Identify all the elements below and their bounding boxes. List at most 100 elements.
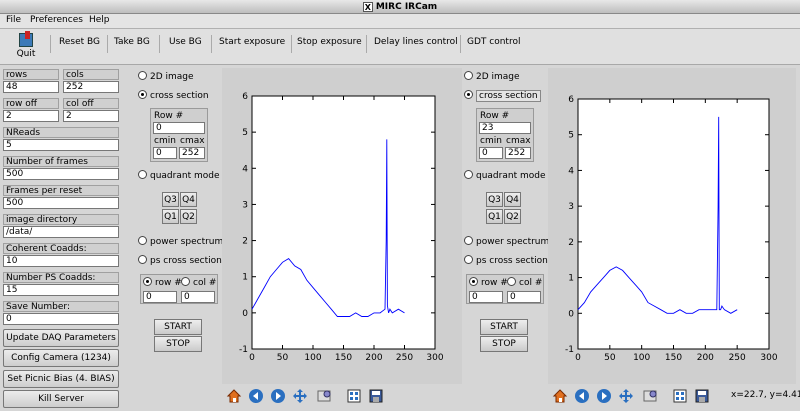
back-icon[interactable] xyxy=(574,388,590,404)
radio-col[interactable]: col # xyxy=(181,277,216,289)
radio-power-spectrum[interactable]: power spectrum xyxy=(138,236,223,248)
radio-row[interactable]: row # xyxy=(469,277,508,289)
nreads-input[interactable]: 5 xyxy=(3,139,119,151)
radio-cross-section[interactable]: cross section xyxy=(138,90,209,102)
home-icon[interactable] xyxy=(226,388,242,404)
gdt-control-button[interactable]: GDT control xyxy=(467,37,520,47)
cmin-input[interactable]: 0 xyxy=(153,147,177,159)
cmin-input[interactable]: 0 xyxy=(479,147,503,159)
home-icon[interactable] xyxy=(552,388,568,404)
q2-button[interactable]: Q2 xyxy=(180,209,197,224)
ps-coadds-input[interactable]: 15 xyxy=(3,284,119,296)
update-daq-button[interactable]: Update DAQ Parameters xyxy=(3,329,119,347)
reset-bg-button[interactable]: Reset BG xyxy=(59,37,100,47)
radio-indicator xyxy=(138,71,147,80)
row-col-selector: row # col # 0 0 xyxy=(140,274,218,304)
set-picnic-bias-button[interactable]: Set Picnic Bias (4. BIAS) xyxy=(3,370,119,388)
q2-button[interactable]: Q2 xyxy=(504,209,521,224)
radio-power-spectrum[interactable]: power spectrum xyxy=(464,236,549,248)
radio-indicator xyxy=(507,277,516,286)
rows-input[interactable]: 48 xyxy=(3,81,59,93)
stop-exposure-button[interactable]: Stop exposure xyxy=(297,37,362,47)
toolbar-separator xyxy=(50,35,51,53)
radio-label: power spectrum xyxy=(150,237,224,247)
row-select-input[interactable]: 0 xyxy=(143,291,177,303)
x-tick-label: 200 xyxy=(365,353,382,363)
radio-ps-cross-section[interactable]: ps cross section xyxy=(138,255,222,267)
radio-cross-section[interactable]: cross section xyxy=(464,90,541,102)
stop-button[interactable]: STOP xyxy=(154,336,202,352)
cmax-input[interactable]: 252 xyxy=(505,147,531,159)
kill-server-button[interactable]: Kill Server xyxy=(3,390,119,408)
radio-2d-image[interactable]: 2D image xyxy=(138,71,194,83)
use-bg-button[interactable]: Use BG xyxy=(169,37,202,47)
q4-button[interactable]: Q4 xyxy=(180,192,197,207)
cross-section-plot-1[interactable]: 0 50 100 150 200 250 300-10123456 xyxy=(222,68,462,384)
row-number-input[interactable]: 0 xyxy=(153,122,205,134)
radio-col[interactable]: col # xyxy=(507,277,542,289)
cursor-coordinates: x=22.7, y=4.41 xyxy=(731,390,800,400)
cmax-input[interactable]: 252 xyxy=(179,147,205,159)
menu-preferences[interactable]: Preferences xyxy=(30,15,83,25)
toolbar-separator xyxy=(211,35,212,53)
back-icon[interactable] xyxy=(248,388,264,404)
subplots-icon[interactable] xyxy=(672,388,688,404)
menu-help[interactable]: Help xyxy=(89,15,110,25)
q3-button[interactable]: Q3 xyxy=(162,192,179,207)
radio-2d-image[interactable]: 2D image xyxy=(464,71,520,83)
stop-button[interactable]: STOP xyxy=(480,336,528,352)
forward-icon[interactable] xyxy=(270,388,286,404)
frames-per-reset-input[interactable]: 500 xyxy=(3,197,119,209)
col-select-input[interactable]: 0 xyxy=(507,291,541,303)
y-tick-label: 4 xyxy=(242,164,248,174)
radio-label: cross section xyxy=(150,91,209,101)
radio-quadrant-mode[interactable]: quadrant mode xyxy=(138,170,219,182)
plot-nav-toolbar-2 xyxy=(548,386,728,408)
forward-icon[interactable] xyxy=(596,388,612,404)
radio-indicator xyxy=(143,277,152,286)
radio-label: quadrant mode xyxy=(150,171,220,181)
row-select-input[interactable]: 0 xyxy=(469,291,503,303)
x-tick-label: 250 xyxy=(729,353,746,363)
pan-icon[interactable] xyxy=(292,388,308,404)
start-exposure-button[interactable]: Start exposure xyxy=(219,37,285,47)
q1-button[interactable]: Q1 xyxy=(486,209,503,224)
start-button[interactable]: START xyxy=(154,319,202,335)
subplots-icon[interactable] xyxy=(346,388,362,404)
image-directory-input[interactable]: /data/ xyxy=(3,226,119,238)
save-number-input[interactable]: 0 xyxy=(3,313,119,325)
menu-file[interactable]: File xyxy=(6,15,21,25)
coherent-coadds-input[interactable]: 10 xyxy=(3,255,119,267)
cmax-label: cmax xyxy=(180,136,205,146)
radio-label: col # xyxy=(519,278,543,288)
cross-section-plot-2[interactable]: 0 50 100 150 200 250 300-10123456 xyxy=(548,68,796,384)
config-camera-button[interactable]: Config Camera (1234) xyxy=(3,349,119,367)
start-button[interactable]: START xyxy=(480,319,528,335)
pan-icon[interactable] xyxy=(618,388,634,404)
radio-label: quadrant mode xyxy=(476,171,546,181)
radio-row[interactable]: row # xyxy=(143,277,182,289)
col-select-input[interactable]: 0 xyxy=(181,291,215,303)
radio-indicator xyxy=(464,90,473,99)
cols-input[interactable]: 252 xyxy=(63,81,119,93)
quit-button[interactable]: Quit xyxy=(12,31,40,59)
radio-ps-cross-section[interactable]: ps cross section xyxy=(464,255,548,267)
row-off-input[interactable]: 2 xyxy=(3,110,59,122)
q1-button[interactable]: Q1 xyxy=(162,209,179,224)
radio-indicator xyxy=(181,277,190,286)
take-bg-button[interactable]: Take BG xyxy=(114,37,150,47)
frames-input[interactable]: 500 xyxy=(3,168,119,180)
zoom-icon[interactable] xyxy=(316,388,332,404)
q4-button[interactable]: Q4 xyxy=(504,192,521,207)
q3-button[interactable]: Q3 xyxy=(486,192,503,207)
y-tick-label: 3 xyxy=(242,200,248,210)
save-icon[interactable] xyxy=(694,388,710,404)
col-off-input[interactable]: 2 xyxy=(63,110,119,122)
row-number-input[interactable]: 23 xyxy=(479,122,531,134)
delay-lines-control-button[interactable]: Delay lines control xyxy=(374,37,458,47)
save-icon[interactable] xyxy=(368,388,384,404)
y-tick-label: 2 xyxy=(568,238,574,248)
zoom-icon[interactable] xyxy=(642,388,658,404)
radio-quadrant-mode[interactable]: quadrant mode xyxy=(464,170,545,182)
y-tick-label: 1 xyxy=(242,273,248,283)
